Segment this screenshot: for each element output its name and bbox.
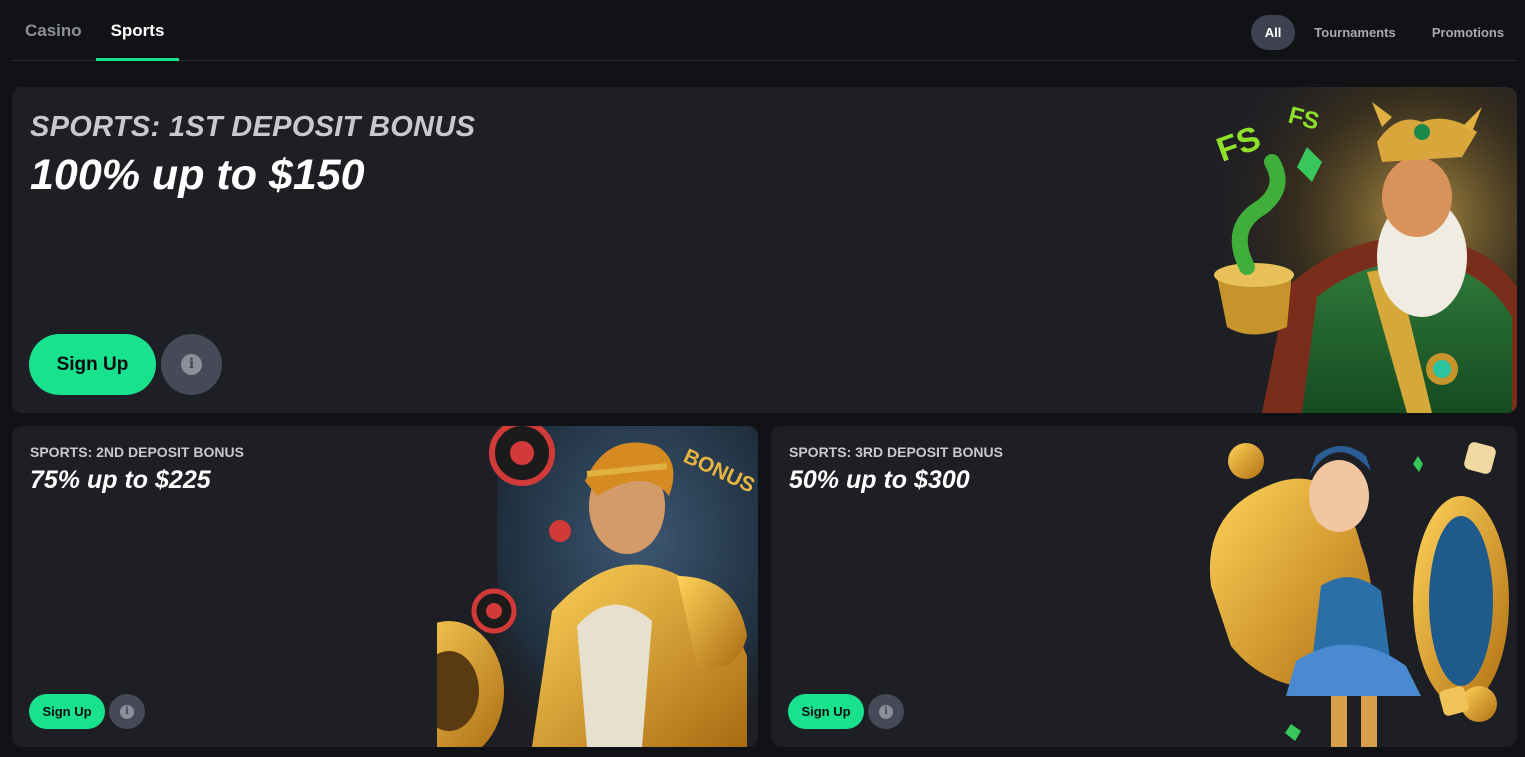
promo-kicker: SPORTS: 1ST DEPOSIT BONUS [30,111,476,143]
top-navigation: Casino Sports All Tournaments Promotions [12,0,1517,61]
info-icon: i [181,354,202,375]
valkyrie-illustration [1209,442,1509,747]
info-icon: i [879,704,893,719]
promo-card-3rd-deposit[interactable]: SPORTS: 3RD DEPOSIT BONUS 50% up to $300… [771,426,1517,747]
promo-amount: 100% up to $150 [30,151,365,199]
info-button[interactable]: i [161,334,222,395]
sign-up-button[interactable]: Sign Up [788,694,864,729]
knight-illustration: BONUS [437,426,758,747]
sign-up-button[interactable]: Sign Up [29,334,156,395]
promo-amount: 75% up to $225 [30,466,211,494]
info-button[interactable]: i [868,694,904,729]
promo-amount: 50% up to $300 [789,466,970,494]
filter-all[interactable]: All [1251,15,1295,50]
promo-card-2nd-deposit[interactable]: SPORTS: 2ND DEPOSIT BONUS 75% up to $225… [12,426,758,747]
wizard-illustration: FS FS [1192,87,1517,413]
promo-card-1st-deposit[interactable]: SPORTS: 1ST DEPOSIT BONUS 100% up to $15… [12,87,1517,413]
tab-casino[interactable]: Casino [25,0,82,61]
info-button[interactable]: i [109,694,145,729]
info-icon: i [120,704,134,719]
sign-up-button[interactable]: Sign Up [29,694,105,729]
promo-kicker: SPORTS: 2ND DEPOSIT BONUS [30,444,244,460]
filter-tournaments[interactable]: Tournaments [1305,15,1405,50]
filter-promotions[interactable]: Promotions [1419,15,1517,50]
tab-sports[interactable]: Sports [96,0,179,61]
promo-kicker: SPORTS: 3RD DEPOSIT BONUS [789,444,1003,460]
